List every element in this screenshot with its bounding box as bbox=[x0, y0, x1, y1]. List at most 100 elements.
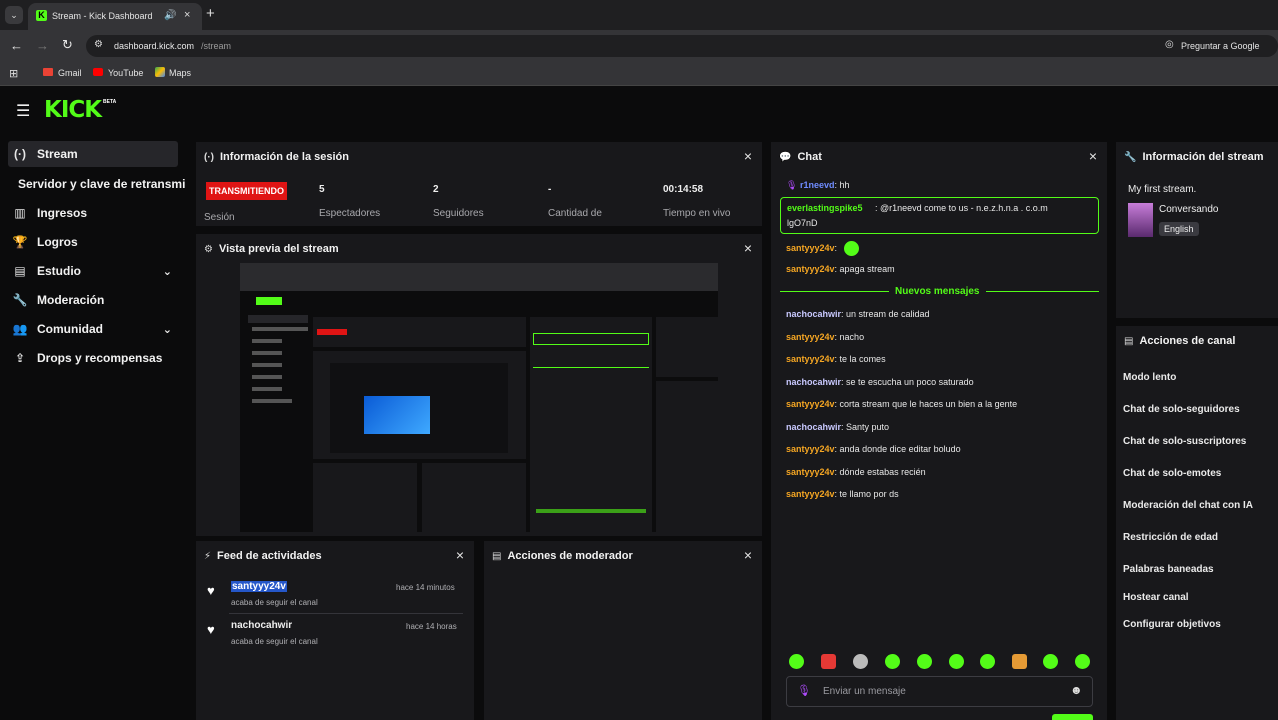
emote-icon[interactable] bbox=[1075, 654, 1090, 669]
sidebar-item-drops[interactable]: ⇪ Drops y recompensas bbox=[8, 345, 178, 371]
preview-chat-emote-row bbox=[536, 509, 646, 513]
chat-text: lgO7nD bbox=[787, 218, 818, 228]
feed-username[interactable]: santyyy24v bbox=[231, 581, 287, 592]
divider bbox=[229, 613, 463, 614]
action-host-channel[interactable]: Hostear canal bbox=[1123, 592, 1189, 603]
sidebar-item-estudio[interactable]: ▤ Estudio ⌄ bbox=[8, 258, 178, 284]
action-slow-mode[interactable]: Modo lento bbox=[1123, 372, 1176, 383]
preview-sidebar-item bbox=[252, 327, 308, 331]
apps-grid-icon[interactable]: ⊞ bbox=[9, 67, 18, 80]
bookmark-gmail[interactable]: Gmail bbox=[58, 68, 82, 78]
action-set-goals[interactable]: Configurar objetivos bbox=[1123, 619, 1221, 630]
emote-icon[interactable] bbox=[1012, 654, 1027, 669]
new-tab-button[interactable]: + bbox=[206, 5, 215, 22]
close-icon[interactable]: × bbox=[744, 548, 752, 562]
back-icon[interactable]: ← bbox=[10, 38, 23, 53]
action-banned-words[interactable]: Palabras baneadas bbox=[1123, 564, 1214, 575]
feed-username[interactable]: nachocahwir bbox=[231, 620, 292, 631]
wrench-icon: 🔧 bbox=[1124, 151, 1137, 163]
feed-time: hace 14 minutos bbox=[396, 583, 455, 592]
chat-username[interactable]: santyyy24v bbox=[786, 467, 835, 477]
emote-icon[interactable] bbox=[853, 654, 868, 669]
action-age-restriction[interactable]: Restricción de edad bbox=[1123, 532, 1218, 543]
chat-text: : bbox=[834, 242, 838, 253]
stream-title[interactable]: My first stream. bbox=[1128, 184, 1196, 195]
close-icon[interactable]: × bbox=[456, 548, 464, 562]
bookmark-maps[interactable]: Maps bbox=[169, 68, 191, 78]
action-emotes-only[interactable]: Chat de solo-emotes bbox=[1123, 468, 1221, 479]
preview-modactions-panel bbox=[422, 463, 526, 532]
chat-username[interactable]: santyyy24v bbox=[786, 489, 835, 499]
chat-username[interactable]: santyyy24v bbox=[786, 264, 835, 274]
chat-username[interactable]: nachocahwir bbox=[786, 422, 841, 432]
sidebar-item-comunidad[interactable]: 👥 Comunidad ⌄ bbox=[8, 316, 178, 342]
sidebar-item-label: Moderación bbox=[37, 293, 105, 307]
action-ai-moderation[interactable]: Moderación del chat con IA bbox=[1123, 500, 1253, 511]
preview-sidebar-item bbox=[252, 363, 282, 367]
site-info-icon[interactable]: ⚙ bbox=[94, 39, 103, 50]
forward-icon[interactable]: → bbox=[36, 38, 49, 53]
menu-icon[interactable]: ☰ bbox=[16, 101, 30, 121]
close-icon[interactable]: × bbox=[744, 149, 752, 163]
gift-icon: ⇪ bbox=[14, 351, 26, 365]
close-icon[interactable]: × bbox=[744, 241, 752, 255]
tab-audio-icon[interactable]: 🔊 bbox=[164, 10, 176, 21]
chat-username[interactable]: santyyy24v bbox=[786, 332, 835, 342]
google-lens-icon[interactable]: ◎ bbox=[1165, 39, 1174, 50]
chevron-down-icon: ⌄ bbox=[162, 265, 172, 278]
sidebar-item-moderacion[interactable]: 🔧 Moderación bbox=[8, 287, 178, 313]
emote-icon[interactable] bbox=[1043, 654, 1058, 669]
sidebar-item-logros[interactable]: 🏆 Logros bbox=[8, 229, 178, 255]
chat-username[interactable]: nachocahwir bbox=[786, 377, 841, 387]
emote-icon[interactable] bbox=[949, 654, 964, 669]
chat-message: santyyy24v: anda donde dice editar bolud… bbox=[786, 444, 961, 454]
kick-logo[interactable]: KICK bbox=[44, 97, 102, 123]
category-name[interactable]: Conversando bbox=[1159, 204, 1218, 215]
panel-title: Feed de actividades bbox=[217, 550, 322, 562]
emote-icon[interactable] bbox=[885, 654, 900, 669]
sidebar-item-stream[interactable]: (·) Stream bbox=[8, 141, 178, 167]
chat-username[interactable]: r1neevd bbox=[800, 180, 835, 190]
chat-message: santyyy24v: te llamo por ds bbox=[786, 489, 899, 499]
viewers-value: 5 bbox=[319, 184, 325, 195]
mic-icon[interactable]: 🎙 bbox=[797, 684, 811, 697]
chat-text: : @r1neevd come to us - n.e.z.h.n.a . c.… bbox=[875, 203, 1048, 213]
emote-icon[interactable] bbox=[917, 654, 932, 669]
feed-description: acaba de seguir el canal bbox=[231, 598, 318, 607]
sidebar-item-server-key[interactable]: Servidor y clave de retransmi bbox=[18, 171, 192, 197]
new-messages-label[interactable]: Nuevos mensajes bbox=[889, 286, 986, 297]
chat-message: santyyy24v: apaga stream bbox=[786, 264, 895, 274]
chat-username[interactable]: nachocahwir bbox=[786, 309, 841, 319]
chat-username[interactable]: everlastingspike5 bbox=[787, 203, 863, 213]
moderator-actions-panel: ▤ Acciones de moderador × bbox=[484, 541, 762, 720]
panel-header: 🔧 Información del stream bbox=[1116, 142, 1278, 172]
chat-username[interactable]: santyyy24v bbox=[786, 444, 835, 454]
emote-icon[interactable] bbox=[821, 654, 836, 669]
action-followers-only[interactable]: Chat de solo-seguidores bbox=[1123, 404, 1240, 415]
sidebar-item-ingresos[interactable]: ▥ Ingresos bbox=[8, 200, 178, 226]
emoji-icon[interactable]: ☻ bbox=[1070, 683, 1083, 697]
stream-icon: (·) bbox=[14, 147, 26, 161]
chat-username[interactable]: santyyy24v bbox=[786, 399, 835, 409]
send-button[interactable] bbox=[1052, 714, 1093, 720]
emote-icon[interactable] bbox=[980, 654, 995, 669]
close-icon[interactable]: × bbox=[1089, 149, 1097, 163]
preview-chat-panel bbox=[530, 317, 652, 532]
url-bar[interactable]: ⚙ dashboard.kick.com /stream ◎ Preguntar… bbox=[86, 35, 1278, 57]
chat-input[interactable]: 🎙 Enviar un mensaje ☻ bbox=[786, 676, 1093, 707]
chat-username[interactable]: santyyy24v bbox=[786, 354, 835, 364]
bookmark-youtube[interactable]: YouTube bbox=[108, 68, 143, 78]
ask-google-button[interactable]: Preguntar a Google bbox=[1181, 41, 1260, 51]
chat-username[interactable]: santyyy24v bbox=[786, 243, 835, 253]
emote-icon[interactable] bbox=[789, 654, 804, 669]
tab-search-button[interactable]: ⌄ bbox=[5, 6, 23, 24]
chat-text: : nacho bbox=[834, 332, 865, 342]
tab-close-icon[interactable]: × bbox=[184, 9, 190, 21]
action-subscribers-only[interactable]: Chat de solo-suscriptores bbox=[1123, 436, 1246, 447]
viewers-label: Espectadores bbox=[319, 208, 381, 219]
chat-text: : anda donde dice editar boludo bbox=[834, 444, 961, 454]
browser-tab-active[interactable]: K Stream - Kick Dashboard 🔊 × bbox=[28, 3, 202, 30]
document-icon: ▤ bbox=[1124, 335, 1134, 347]
stream-preview-video[interactable] bbox=[240, 263, 718, 532]
reload-icon[interactable]: ↻ bbox=[62, 37, 73, 53]
